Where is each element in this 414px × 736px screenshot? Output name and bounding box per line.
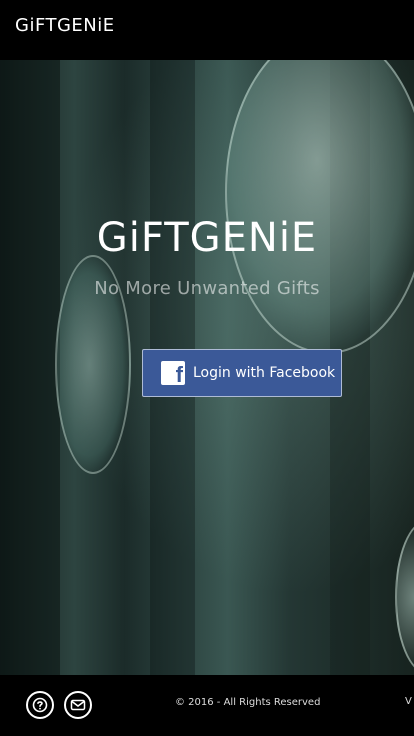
copyright-text: © 2016 - All Rights Reserved	[175, 697, 321, 708]
top-navbar: GiFTGENiE	[0, 0, 414, 60]
bubble-large	[225, 60, 414, 354]
hero-background: GiFTGENiE No More Unwanted Gifts f Login…	[0, 60, 414, 675]
hero-title: GiFTGENiE	[96, 215, 318, 261]
facebook-login-label: Login with Facebook	[193, 365, 336, 381]
brand-logo[interactable]: GiFTGENiE	[15, 15, 115, 36]
mail-button[interactable]	[64, 691, 92, 719]
bubble-edge	[395, 520, 414, 674]
footer: © 2016 - All Rights Reserved V	[0, 675, 414, 736]
hero-tagline: No More Unwanted Gifts	[94, 278, 320, 299]
footer-link-cut[interactable]: V	[405, 696, 412, 707]
facebook-login-button[interactable]: f Login with Facebook	[142, 349, 342, 397]
help-button[interactable]	[26, 691, 54, 719]
facebook-glyph: f	[175, 362, 183, 387]
background-stripe	[0, 60, 60, 675]
mail-icon	[70, 699, 86, 711]
help-icon	[32, 697, 48, 713]
facebook-icon: f	[161, 361, 185, 387]
